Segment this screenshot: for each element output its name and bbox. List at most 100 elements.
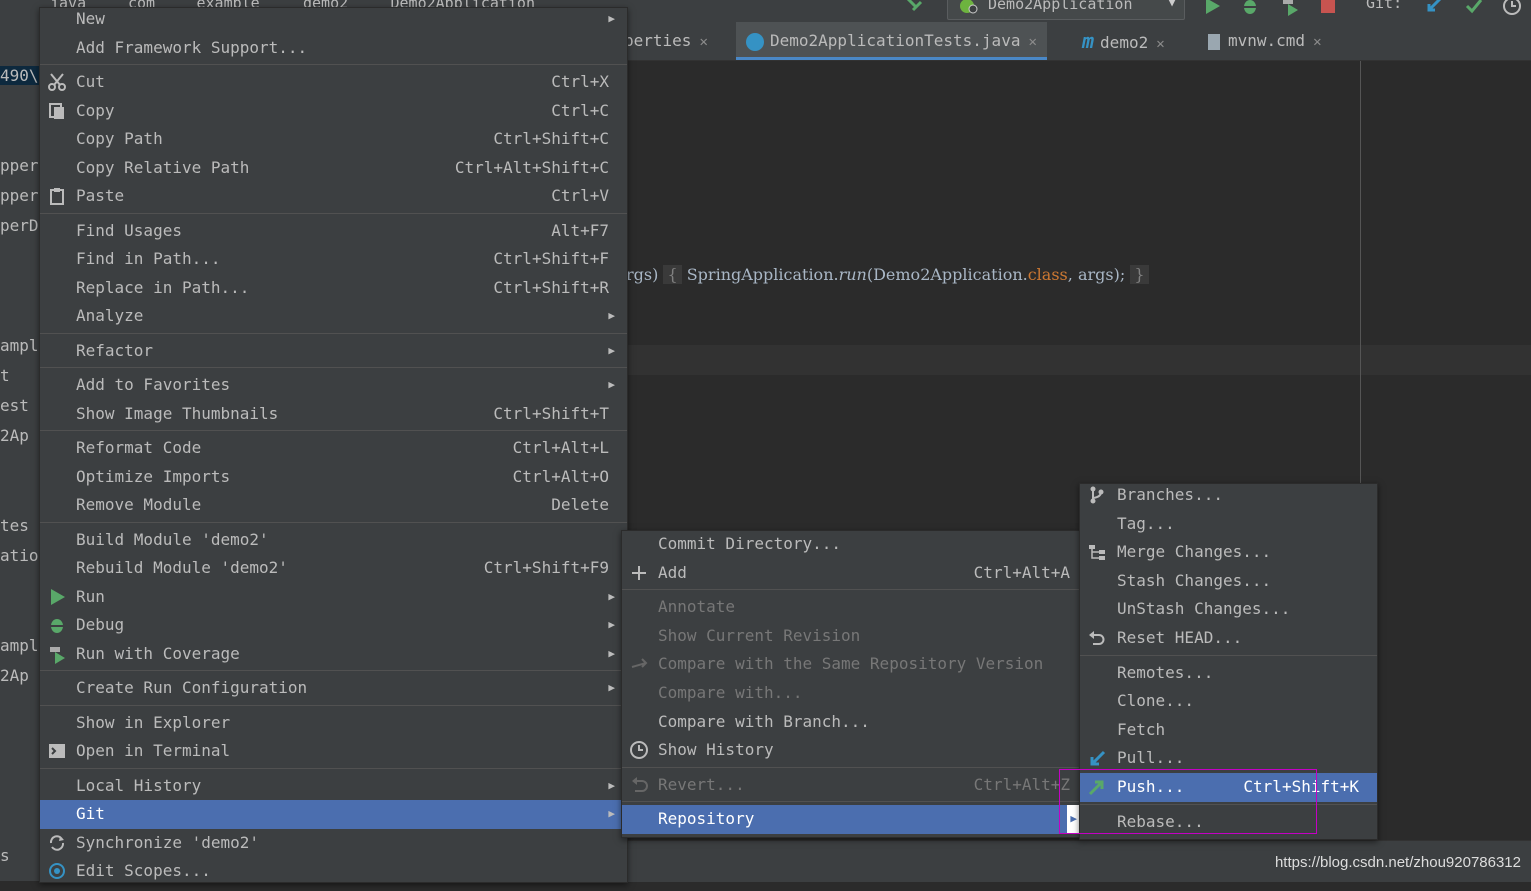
project-tree-item[interactable]: t (0, 366, 10, 385)
menu-item-compare-with[interactable]: Compare with... (622, 679, 1080, 708)
menu-item-unstash-changes[interactable]: UnStash Changes... (1080, 595, 1377, 624)
menu-item-shortcut: Ctrl+Alt+O (512, 466, 609, 486)
menu-item-add-framework-support[interactable]: Add Framework Support... (40, 34, 627, 63)
project-tree-item[interactable]: s (0, 846, 10, 865)
menu-separator (40, 670, 627, 671)
project-tree-item[interactable]: ampl (0, 636, 39, 655)
menu-item-label: Analyze (76, 306, 144, 325)
menu-item-find-usages[interactable]: Find Usages Alt+F7 (40, 217, 627, 246)
close-icon[interactable]: ✕ (1156, 36, 1164, 52)
fold-close[interactable]: } (1130, 265, 1149, 284)
menu-item-shortcut: Ctrl+Shift+T (493, 403, 609, 423)
menu-item-copy[interactable]: Copy Ctrl+C (40, 97, 627, 126)
menu-item-open-in-terminal[interactable]: Open in Terminal (40, 737, 627, 766)
menu-item-run[interactable]: Run ▶ (40, 583, 627, 612)
menu-item-tag[interactable]: Tag... (1080, 510, 1377, 539)
menu-item-run-with-coverage[interactable]: Run with Coverage ▶ (40, 640, 627, 669)
menu-item-label: New (76, 9, 105, 28)
menu-item-revert[interactable]: Revert... Ctrl+Alt+Z (622, 771, 1080, 800)
project-tree-item[interactable]: tes (0, 516, 29, 535)
menu-item-label: Add (658, 562, 687, 582)
project-tree-item[interactable]: atio (0, 546, 39, 565)
branch-icon (1087, 485, 1107, 505)
menu-item-clone[interactable]: Clone... (1080, 687, 1377, 716)
menu-item-shortcut: Ctrl+Alt+Z (973, 774, 1070, 794)
close-icon[interactable]: ✕ (1313, 34, 1321, 50)
fold-open[interactable]: { (663, 265, 682, 284)
menu-item-compare-with-branch[interactable]: Compare with Branch... (622, 708, 1080, 737)
menu-item-fetch[interactable]: Fetch (1080, 716, 1377, 745)
compare-icon (629, 655, 649, 675)
vcs-commit-icon[interactable] (1464, 0, 1484, 16)
menu-item-rebuild-module-demo2[interactable]: Rebuild Module 'demo2' Ctrl+Shift+F9 (40, 554, 627, 583)
menu-item-shortcut: Ctrl+V (551, 186, 609, 205)
menu-item-optimize-imports[interactable]: Optimize Imports Ctrl+Alt+O (40, 463, 627, 492)
menu-item-replace-in-path[interactable]: Replace in Path... Ctrl+Shift+R (40, 274, 627, 303)
menu-item-annotate[interactable]: Annotate (622, 593, 1080, 622)
menu-item-label: Reformat Code (76, 438, 202, 457)
tab-mvnw-cmd[interactable]: mvnw.cmd ✕ (1208, 22, 1322, 60)
menu-item-refactor[interactable]: Refactor ▶ (40, 337, 627, 366)
menu-item-edit-scopes[interactable]: Edit Scopes... (40, 857, 627, 886)
menu-item-git[interactable]: Git ▶ (40, 800, 627, 829)
menu-item-branches[interactable]: Branches... (1080, 481, 1377, 510)
project-tree-item[interactable]: est (0, 396, 29, 415)
project-tree-item[interactable]: 2Ap (0, 426, 29, 445)
menu-item-copy-relative-path[interactable]: Copy Relative Path Ctrl+Alt+Shift+C (40, 154, 627, 183)
tab-properties[interactable]: perties ✕ (624, 22, 708, 60)
close-icon[interactable]: ✕ (1028, 34, 1036, 50)
vcs-update-icon[interactable] (1424, 0, 1444, 16)
menu-item-synchronize-demo2[interactable]: Synchronize 'demo2' (40, 829, 627, 858)
project-tree-item[interactable]: 2Ap (0, 666, 29, 685)
menu-item-commit-directory[interactable]: Commit Directory... (622, 530, 1080, 559)
menu-item-show-history[interactable]: Show History (622, 736, 1080, 765)
project-tree-item[interactable]: ampl (0, 336, 39, 355)
menu-item-stash-changes[interactable]: Stash Changes... (1080, 567, 1377, 596)
project-tree-item[interactable]: 490\ (0, 66, 40, 85)
menu-item-label: Create Run Configuration (76, 678, 308, 697)
project-tree-item[interactable]: pper (0, 186, 39, 205)
code-body: SpringApplication. (686, 265, 839, 284)
menu-item-label: Cut (76, 72, 105, 91)
project-tree-item[interactable]: perD (0, 216, 39, 235)
menu-item-compare-with-the-same-repository-version[interactable]: Compare with the Same Repository Version (622, 650, 1080, 679)
menu-item-find-in-path[interactable]: Find in Path... Ctrl+Shift+F (40, 245, 627, 274)
menu-item-show-current-revision[interactable]: Show Current Revision (622, 622, 1080, 651)
run-configuration-select[interactable]: Demo2Application ▼ (947, 0, 1185, 20)
menu-item-show-image-thumbnails[interactable]: Show Image Thumbnails Ctrl+Shift+T (40, 400, 627, 429)
stop-icon[interactable] (1318, 0, 1338, 16)
menu-item-remotes[interactable]: Remotes... (1080, 659, 1377, 688)
menu-item-shortcut: Ctrl+Shift+F (493, 249, 609, 268)
menu-item-add[interactable]: Add Ctrl+Alt+A (622, 559, 1080, 588)
tab-demo2applicationtests[interactable]: Demo2ApplicationTests.java ✕ (736, 22, 1047, 60)
menu-item-copy-path[interactable]: Copy Path Ctrl+Shift+C (40, 125, 627, 154)
menu-item-merge-changes[interactable]: Merge Changes... (1080, 538, 1377, 567)
close-icon[interactable]: ✕ (699, 34, 707, 50)
menu-separator (40, 521, 627, 523)
menu-item-reformat-code[interactable]: Reformat Code Ctrl+Alt+L (40, 434, 627, 463)
project-tree-panel[interactable]: 490\ pper pper perD ampl t est 2Ap tes atio ampl 2A… (0, 22, 40, 881)
menu-item-paste[interactable]: Paste Ctrl+V (40, 182, 627, 211)
history-icon[interactable] (1502, 0, 1522, 16)
menu-item-create-run-configuration[interactable]: Create Run Configuration ▶ (40, 674, 627, 703)
menu-item-local-history[interactable]: Local History ▶ (40, 772, 627, 801)
menu-item-reset-head[interactable]: Reset HEAD... (1080, 624, 1377, 653)
menu-item-debug[interactable]: Debug ▶ (40, 611, 627, 640)
menu-item-label: Stash Changes... (1117, 570, 1272, 590)
debug-icon[interactable] (1240, 0, 1260, 16)
menu-item-cut[interactable]: Cut Ctrl+X (40, 68, 627, 97)
menu-item-repository[interactable]: Repository ▶ (622, 805, 1080, 834)
clock-icon (629, 740, 649, 760)
menu-item-analyze[interactable]: Analyze ▶ (40, 302, 627, 331)
coverage-icon[interactable] (1280, 0, 1300, 16)
menu-item-shortcut: Ctrl+Alt+L (512, 438, 609, 457)
run-icon[interactable] (1202, 0, 1222, 16)
menu-item-show-in-explorer[interactable]: Show in Explorer (40, 709, 627, 738)
build-hammer-icon[interactable] (905, 0, 925, 16)
menu-item-remove-module[interactable]: Remove Module Delete (40, 491, 627, 520)
tab-demo2[interactable]: m demo2 ✕ (1082, 22, 1165, 60)
menu-item-add-to-favorites[interactable]: Add to Favorites ▶ (40, 371, 627, 400)
project-tree-item[interactable]: pper (0, 156, 39, 175)
menu-item-new[interactable]: New ▶ (40, 5, 627, 34)
menu-item-build-module-demo2[interactable]: Build Module 'demo2' (40, 526, 627, 555)
